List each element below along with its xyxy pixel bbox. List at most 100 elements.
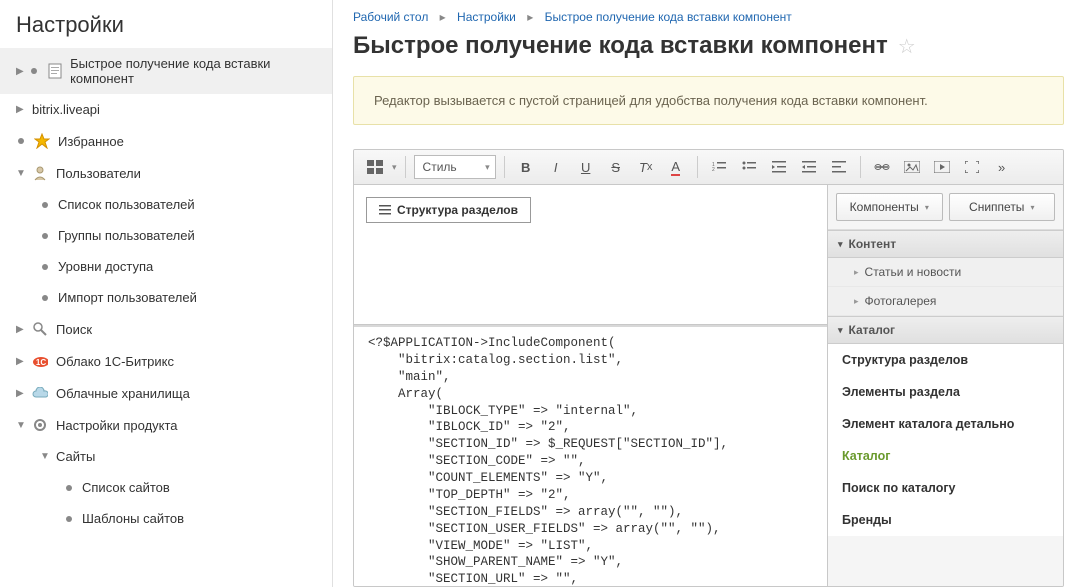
code-area[interactable]: <?$APPLICATION->IncludeComponent( "bitri… bbox=[354, 325, 827, 586]
clear-format-icon[interactable]: Tx bbox=[633, 155, 659, 179]
dot-icon bbox=[42, 295, 48, 301]
catalog-link[interactable]: Каталог bbox=[828, 440, 1063, 472]
sidebar-item[interactable]: ▼Пользователи bbox=[0, 157, 332, 189]
user-icon bbox=[32, 165, 48, 181]
more-icon[interactable]: » bbox=[989, 155, 1015, 179]
svg-text:1C: 1C bbox=[36, 358, 46, 367]
catalog-link[interactable]: Бренды bbox=[828, 504, 1063, 536]
accordion-gallery[interactable]: ▸Фотогалерея bbox=[828, 287, 1063, 316]
crumb[interactable]: Быстрое получение кода вставки компонент bbox=[545, 10, 792, 24]
video-icon[interactable] bbox=[929, 155, 955, 179]
sidebar-item[interactable]: Группы пользователей bbox=[0, 220, 332, 251]
gear-icon bbox=[32, 417, 48, 433]
sidebar-item[interactable]: ▼ Настройки продукта bbox=[0, 409, 332, 441]
sidebar-item[interactable]: ▶Быстрое получение кода вставки компонен… bbox=[0, 48, 332, 94]
crumb[interactable]: Настройки bbox=[457, 10, 516, 24]
style-select[interactable]: Стиль bbox=[414, 155, 496, 179]
sidebar-item-label: Избранное bbox=[58, 134, 124, 149]
dot-icon bbox=[18, 138, 24, 144]
sidebar-item-label: bitrix.liveapi bbox=[32, 102, 100, 117]
sidebar-item-label: Группы пользователей bbox=[58, 228, 195, 243]
svg-text:2: 2 bbox=[712, 167, 715, 173]
dot-icon bbox=[42, 264, 48, 270]
cloud-red-icon: 1C bbox=[32, 353, 48, 369]
sidebar-item[interactable]: Список сайтов bbox=[0, 472, 332, 503]
sidebar-item-label: Импорт пользователей bbox=[58, 290, 197, 305]
crumb-sep: ▸ bbox=[527, 10, 533, 24]
mode-icon[interactable] bbox=[362, 155, 388, 179]
sidebar-item-label: Облачные хранилища bbox=[56, 386, 190, 401]
link-icon[interactable] bbox=[869, 155, 895, 179]
sidebar-item[interactable]: Шаблоны сайтов bbox=[0, 503, 332, 534]
catalog-link[interactable]: Элементы раздела bbox=[828, 376, 1063, 408]
snippets-button[interactable]: Сниппеты bbox=[949, 193, 1056, 221]
accordion-catalog[interactable]: ▾Каталог bbox=[828, 316, 1063, 344]
sidebar-item-label: Список сайтов bbox=[82, 480, 170, 495]
italic-icon[interactable]: I bbox=[543, 155, 569, 179]
sidebar-item[interactable]: Импорт пользователей bbox=[0, 282, 332, 313]
sidebar: Настройки ▶Быстрое получение кода вставк… bbox=[0, 0, 333, 587]
dot-icon bbox=[66, 485, 72, 491]
image-icon[interactable] bbox=[899, 155, 925, 179]
sidebar-item-label: Настройки продукта bbox=[56, 418, 178, 433]
cloud-icon bbox=[32, 385, 48, 401]
sidebar-item[interactable]: Избранное bbox=[0, 125, 332, 157]
dot-icon bbox=[42, 202, 48, 208]
components-button[interactable]: Компоненты bbox=[836, 193, 943, 221]
page-title-row: Быстрое получение кода вставки компонент… bbox=[353, 32, 1064, 60]
sidebar-item[interactable]: ▶1CОблако 1С-Битрикс bbox=[0, 345, 332, 377]
underline-icon[interactable]: U bbox=[573, 155, 599, 179]
breadcrumb: Рабочий стол ▸ Настройки ▸ Быстрое получ… bbox=[353, 10, 1064, 24]
canvas[interactable]: Структура разделов bbox=[354, 185, 827, 325]
crumb[interactable]: Рабочий стол bbox=[353, 10, 428, 24]
editor-body: Структура разделов <?$APPLICATION->Inclu… bbox=[354, 185, 1063, 586]
list-ul-icon[interactable] bbox=[736, 155, 762, 179]
favorite-star-icon[interactable]: ☆ bbox=[898, 34, 916, 59]
sidebar-item[interactable]: Список пользователей bbox=[0, 189, 332, 220]
arrow-icon: ▶ bbox=[16, 104, 26, 115]
arrow-icon: ▶ bbox=[16, 324, 26, 335]
side-panel: Компоненты Сниппеты ▾Контент ▸Статьи и н… bbox=[828, 185, 1063, 586]
sidebar-item-label: Поиск bbox=[56, 322, 92, 337]
search-icon bbox=[32, 321, 48, 337]
arrow-icon: ▼ bbox=[16, 420, 26, 431]
strike-icon[interactable]: S bbox=[603, 155, 629, 179]
toolbar: ▾ Стиль B I U S Tx A 12 » bbox=[354, 150, 1063, 185]
sidebar-item-label: Уровни доступа bbox=[58, 259, 153, 274]
text-color-icon[interactable]: A bbox=[663, 155, 689, 179]
dot-icon bbox=[66, 516, 72, 522]
outdent-icon[interactable] bbox=[766, 155, 792, 179]
catalog-link[interactable]: Элемент каталога детально bbox=[828, 408, 1063, 440]
fullscreen-icon[interactable] bbox=[959, 155, 985, 179]
page-icon bbox=[47, 63, 62, 79]
accordion-content[interactable]: ▾Контент bbox=[828, 230, 1063, 258]
align-icon[interactable] bbox=[826, 155, 852, 179]
sidebar-item[interactable]: ▶ Облачные хранилища bbox=[0, 377, 332, 409]
sidebar-item[interactable]: Уровни доступа bbox=[0, 251, 332, 282]
catalog-link[interactable]: Поиск по каталогу bbox=[828, 472, 1063, 504]
catalog-link[interactable]: Структура разделов bbox=[828, 344, 1063, 376]
sidebar-item[interactable]: ▶ Поиск bbox=[0, 313, 332, 345]
sidebar-item-label: Пользователи bbox=[56, 166, 141, 181]
page-title: Быстрое получение кода вставки компонент bbox=[353, 32, 888, 60]
sidebar-title: Настройки bbox=[0, 0, 332, 48]
arrow-icon: ▶ bbox=[16, 356, 26, 367]
arrow-icon: ▶ bbox=[16, 388, 26, 399]
dot-icon bbox=[42, 233, 48, 239]
sidebar-item[interactable]: ▶ bitrix.liveapi bbox=[0, 94, 332, 125]
sidebar-item-label: Список пользователей bbox=[58, 197, 195, 212]
main: Рабочий стол ▸ Настройки ▸ Быстрое получ… bbox=[333, 0, 1082, 587]
list-ol-icon[interactable]: 12 bbox=[706, 155, 732, 179]
editor: ▾ Стиль B I U S Tx A 12 » bbox=[353, 149, 1064, 587]
indent-icon[interactable] bbox=[796, 155, 822, 179]
structure-button[interactable]: Структура разделов bbox=[366, 197, 531, 223]
list-icon bbox=[379, 204, 391, 216]
bold-icon[interactable]: B bbox=[513, 155, 539, 179]
sidebar-item[interactable]: ▼Сайты bbox=[0, 441, 332, 472]
arrow-icon: ▼ bbox=[40, 451, 50, 462]
canvas-column: Структура разделов <?$APPLICATION->Inclu… bbox=[354, 185, 828, 586]
sidebar-item-label: Шаблоны сайтов bbox=[82, 511, 184, 526]
notice: Редактор вызывается с пустой страницей д… bbox=[353, 76, 1064, 125]
accordion-news[interactable]: ▸Статьи и новости bbox=[828, 258, 1063, 287]
crumb-sep: ▸ bbox=[440, 10, 446, 24]
